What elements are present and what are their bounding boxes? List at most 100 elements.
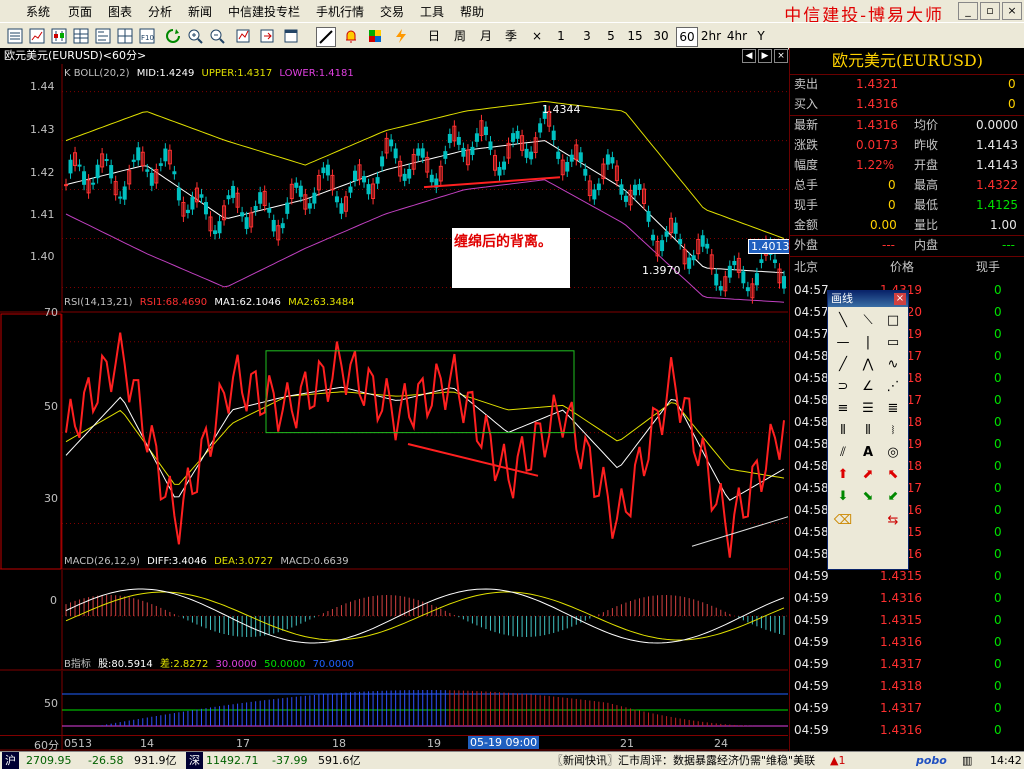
menu-help[interactable]: 帮助: [460, 3, 484, 20]
speed-icon[interactable]: ⧘: [882, 421, 904, 441]
chart-canvas[interactable]: [0, 64, 788, 751]
window-icon[interactable]: [282, 27, 300, 45]
arc-icon[interactable]: ⊃: [832, 377, 854, 397]
period-month[interactable]: 月: [478, 27, 494, 45]
period-15[interactable]: 15: [626, 27, 644, 45]
chart-pane[interactable]: 欧元美元(EURUSD)<60分> ◀ ▶ × K BOLL(20,2) MID…: [0, 48, 793, 752]
channel-icon[interactable]: ≡: [832, 399, 854, 419]
eraser-icon[interactable]: ⌫: [832, 511, 854, 531]
period-60[interactable]: 60: [676, 27, 698, 47]
alert-icon[interactable]: ▲1: [830, 752, 845, 769]
period-day[interactable]: 日: [426, 27, 442, 45]
sell-label: 卖出: [794, 77, 819, 91]
close-icon[interactable]: ×: [1002, 2, 1022, 20]
scroll-left-icon[interactable]: ◀: [742, 49, 756, 63]
menu-analysis[interactable]: 分析: [148, 3, 172, 20]
zigzag-icon[interactable]: ⋀: [857, 355, 879, 375]
low-value: 1.4125: [976, 198, 1018, 212]
zoom-in-icon[interactable]: [186, 27, 204, 45]
tick-chart-icon[interactable]: [28, 27, 46, 45]
ellipse-icon[interactable]: □: [882, 311, 904, 331]
zoom-out-icon[interactable]: [208, 27, 226, 45]
fan-icon[interactable]: ⋰: [882, 377, 904, 397]
line-segment-icon[interactable]: ╲: [832, 311, 854, 331]
arrow-up-icon[interactable]: ⬆: [832, 465, 854, 485]
table-icon[interactable]: [72, 27, 90, 45]
ray-icon[interactable]: ⟍: [857, 311, 879, 331]
rect-icon[interactable]: ▭: [882, 333, 904, 353]
tick-row: 04:59 1.4317 0: [790, 653, 1024, 675]
period-4hr[interactable]: 4hr: [726, 27, 748, 45]
pane-close-icon[interactable]: ×: [774, 49, 788, 63]
period-3[interactable]: 3: [580, 27, 594, 45]
hline-icon[interactable]: —: [832, 333, 854, 353]
rsi-label: RSI(14,13,21): [64, 297, 133, 308]
candle-body: [483, 126, 488, 136]
draw-tools-close-icon[interactable]: ×: [894, 293, 906, 305]
period-week[interactable]: 周: [452, 27, 468, 45]
menu-mobile[interactable]: 手机行情: [316, 3, 364, 20]
angle-icon[interactable]: ∠: [857, 377, 879, 397]
x-cursor-label: 05-19 09:00: [468, 736, 540, 749]
scroll-right-icon[interactable]: ▶: [758, 49, 772, 63]
candle-body: [619, 184, 624, 195]
export-icon[interactable]: [258, 27, 276, 45]
period-5[interactable]: 5: [604, 27, 618, 45]
menu-tools[interactable]: 工具: [420, 3, 444, 20]
period-y[interactable]: Y: [754, 27, 768, 45]
tick-time: 04:58: [794, 525, 829, 539]
arrow-downleft-icon[interactable]: ⬋: [882, 487, 904, 507]
period-30[interactable]: 30: [652, 27, 670, 45]
arrow-upright-icon[interactable]: ⬈: [857, 465, 879, 485]
news-ticker[interactable]: 〖新闻快讯〗汇市周评：数据暴露经济仍需"维稳"美联: [552, 752, 830, 769]
lightning-icon[interactable]: [392, 27, 410, 45]
annotation-box[interactable]: 缠绵后的背离。: [452, 228, 570, 288]
gann-icon[interactable]: ≣: [882, 399, 904, 419]
kline-icon[interactable]: [50, 27, 68, 45]
trend-icon[interactable]: ╱: [832, 355, 854, 375]
vline-icon[interactable]: |: [857, 333, 879, 353]
last-price-tag: 1.4013: [748, 239, 793, 254]
menu-system[interactable]: 系统: [26, 3, 50, 20]
f10-icon[interactable]: F10: [138, 27, 156, 45]
indicator-icon[interactable]: [234, 27, 252, 45]
period-1[interactable]: 1: [554, 27, 568, 45]
tick-time: 04:59: [794, 569, 829, 583]
latest-label: 最新: [794, 118, 819, 132]
period-close[interactable]: ×: [530, 27, 544, 45]
menu-news[interactable]: 新闻: [188, 3, 212, 20]
period-quarter[interactable]: 季: [503, 27, 519, 45]
candle-body: [782, 276, 786, 289]
prev-label: 昨收: [914, 138, 939, 152]
candle-body: [253, 205, 258, 211]
tick-time: 04:58: [794, 437, 829, 451]
fib-icon[interactable]: ☰: [857, 399, 879, 419]
alarm-icon[interactable]: [342, 27, 360, 45]
arrow-upleft-icon[interactable]: ⬉: [882, 465, 904, 485]
circle-icon[interactable]: ◎: [882, 443, 904, 463]
puzzle-icon[interactable]: [366, 27, 384, 45]
arrow-down-icon[interactable]: ⬇: [832, 487, 854, 507]
macd-diff-label: DIFF:3.4046: [147, 556, 207, 567]
draw-line-icon[interactable]: [316, 27, 336, 47]
time-zone-icon[interactable]: ⦀: [857, 421, 879, 441]
text-tool-icon[interactable]: A: [857, 443, 879, 463]
wave-icon[interactable]: ∿: [882, 355, 904, 375]
minimize-icon[interactable]: _: [958, 2, 978, 20]
restore-icon[interactable]: ▫: [980, 2, 1000, 20]
menu-trade[interactable]: 交易: [380, 3, 404, 20]
period-2hr[interactable]: 2hr: [700, 27, 722, 45]
refresh-icon[interactable]: [164, 27, 182, 45]
menu-page[interactable]: 页面: [68, 3, 92, 20]
tick-volume: 0: [994, 635, 1002, 649]
detail-icon[interactable]: [94, 27, 112, 45]
menu-chart[interactable]: 图表: [108, 3, 132, 20]
arrow-downright-icon[interactable]: ⬊: [857, 487, 879, 507]
multi-chart-icon[interactable]: [116, 27, 134, 45]
menu-column[interactable]: 中信建投专栏: [228, 3, 300, 20]
draw-tools-panel[interactable]: 画线 × ╲ ⟍ □ — | ▭ ╱ ⋀ ∿ ⊃ ∠ ⋰ ≡ ☰ ≣ ⦀ ⦀ ⧘…: [827, 290, 909, 570]
parallel-icon[interactable]: ⫽: [832, 443, 854, 463]
cycle-icon[interactable]: ⦀: [832, 421, 854, 441]
delete-all-icon[interactable]: ⇆: [882, 511, 904, 531]
list-icon[interactable]: [6, 27, 24, 45]
